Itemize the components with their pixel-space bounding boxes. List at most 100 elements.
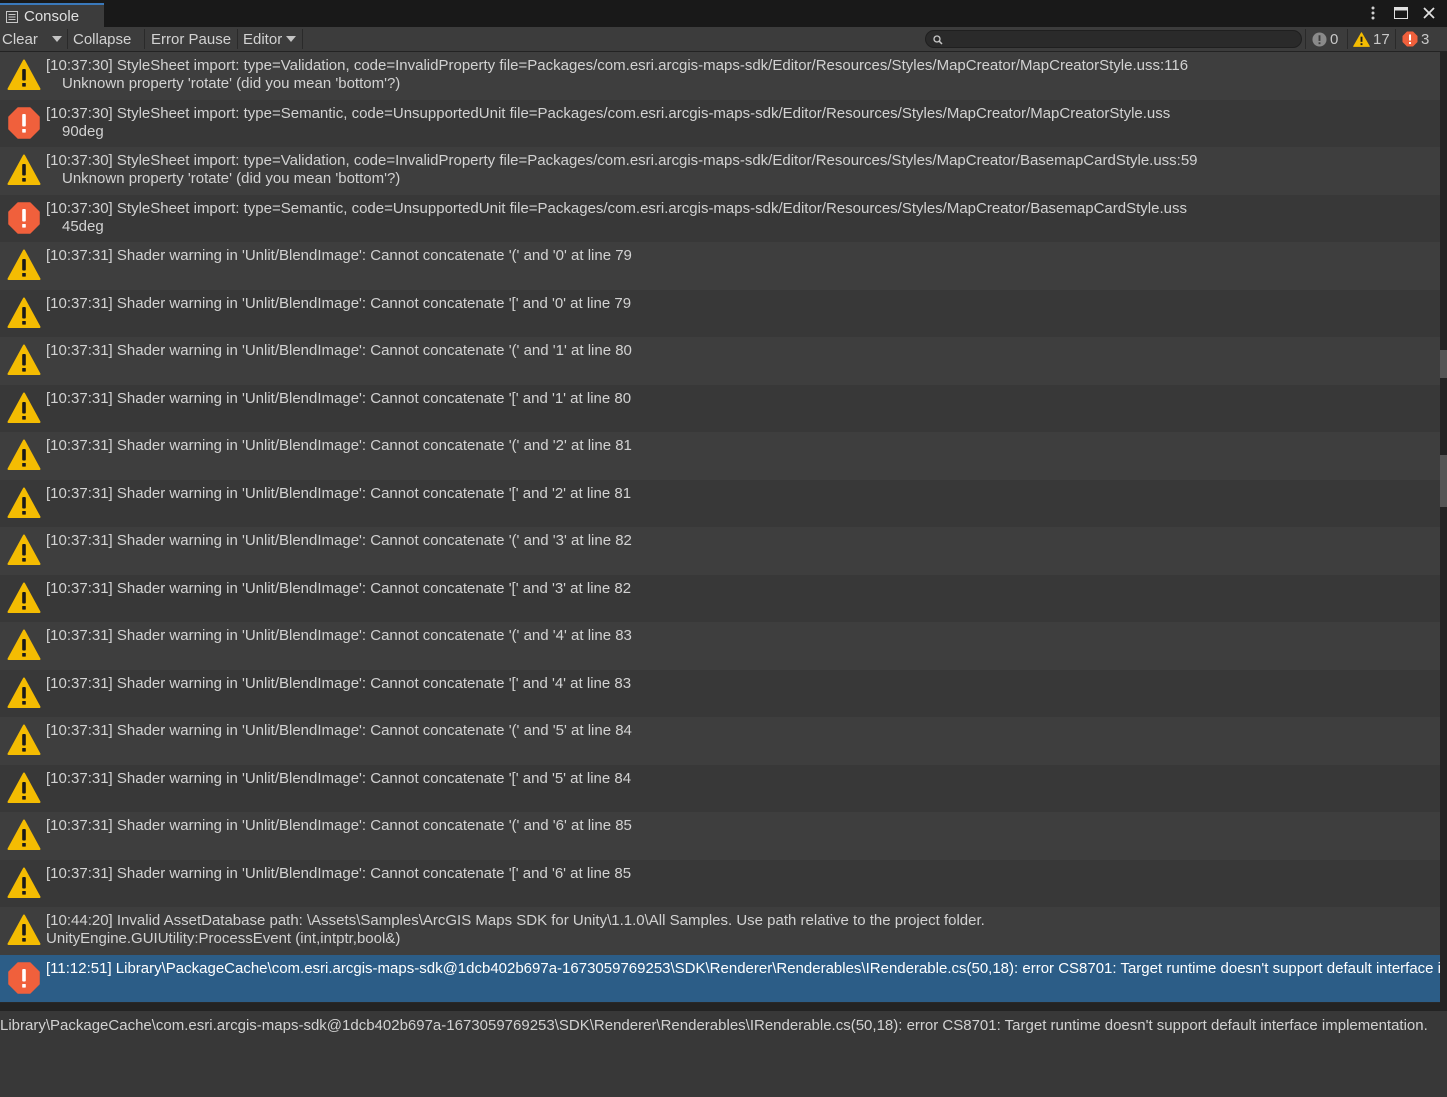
- close-icon[interactable]: [1421, 4, 1437, 22]
- log-entry-error[interactable]: [10:37:30] StyleSheet import: type=Seman…: [0, 99, 1440, 147]
- log-entry-warning[interactable]: [10:37:31] Shader warning in 'Unlit/Blen…: [0, 574, 1440, 622]
- log-entry-message: [10:37:31] Shader warning in 'Unlit/Blen…: [46, 817, 632, 834]
- error-count: 3: [1421, 30, 1430, 48]
- editor-dropdown-label: Editor: [243, 30, 283, 48]
- clear-options-dropdown[interactable]: [47, 27, 66, 51]
- toolbar-divider: [302, 29, 303, 49]
- log-entry-warning[interactable]: [10:37:30] StyleSheet import: type=Valid…: [0, 147, 1440, 195]
- toolbar-divider: [237, 29, 238, 49]
- log-entry-text: [10:37:31] Shader warning in 'Unlit/Blen…: [46, 295, 1440, 313]
- log-entry-message: [10:37:31] Shader warning in 'Unlit/Blen…: [46, 532, 632, 549]
- toolbar-divider: [67, 29, 68, 49]
- warning-count: 17: [1373, 30, 1390, 48]
- kebab-menu-icon[interactable]: [1365, 4, 1381, 22]
- log-entry-warning[interactable]: [10:37:31] Shader warning in 'Unlit/Blen…: [0, 859, 1440, 907]
- search-field[interactable]: [925, 30, 1302, 48]
- error-icon: [7, 201, 41, 235]
- log-entry-detail: UnityEngine.GUIUtility:ProcessEvent (int…: [46, 930, 401, 947]
- log-entry-message: [10:37:31] Shader warning in 'Unlit/Blen…: [46, 389, 632, 407]
- clear-button[interactable]: Clear: [2, 27, 46, 51]
- log-entry-message: [10:37:30] StyleSheet import: type=Seman…: [46, 104, 1171, 122]
- log-entry-text: [10:37:31] Shader warning in 'Unlit/Blen…: [46, 627, 1440, 645]
- log-entry-message: [10:37:31] Shader warning in 'Unlit/Blen…: [46, 342, 632, 359]
- editor-dropdown[interactable]: Editor: [243, 27, 301, 51]
- error-icon: [7, 106, 41, 140]
- clear-button-label: Clear: [2, 30, 38, 48]
- warning-icon: [7, 248, 41, 282]
- warning-icon: [7, 723, 41, 757]
- log-entry-text: [10:37:31] Shader warning in 'Unlit/Blen…: [46, 485, 1440, 503]
- error-icon: [1402, 31, 1418, 47]
- log-entry-detail: 90deg: [62, 122, 104, 140]
- info-count-toggle[interactable]: 0: [1312, 27, 1338, 51]
- log-entry-message: [10:37:31] Shader warning in 'Unlit/Blen…: [46, 437, 632, 454]
- maximize-icon[interactable]: [1393, 4, 1409, 22]
- error-pause-toggle[interactable]: Error Pause: [151, 27, 231, 51]
- warning-icon: [7, 818, 41, 852]
- info-icon: [1312, 31, 1327, 47]
- log-entry-warning[interactable]: [10:37:31] Shader warning in 'Unlit/Blen…: [0, 717, 1440, 765]
- warning-icon: [7, 533, 41, 567]
- log-entry-text: [10:37:30] StyleSheet import: type=Seman…: [46, 105, 1440, 141]
- error-count-toggle[interactable]: 3: [1402, 27, 1429, 51]
- tab-label: Console: [24, 7, 80, 25]
- scrollbar-mark: [1440, 455, 1447, 507]
- chevron-down-icon: [51, 36, 62, 42]
- log-entry-message: [10:37:31] Shader warning in 'Unlit/Blen…: [46, 579, 632, 597]
- chevron-down-icon: [286, 36, 297, 42]
- log-entry-warning[interactable]: [10:37:31] Shader warning in 'Unlit/Blen…: [0, 479, 1440, 527]
- warning-count-toggle[interactable]: 17: [1353, 27, 1390, 51]
- log-entry-warning[interactable]: [10:37:31] Shader warning in 'Unlit/Blen…: [0, 289, 1440, 337]
- log-entry-warning[interactable]: [10:37:31] Shader warning in 'Unlit/Blen…: [0, 337, 1440, 385]
- toolbar-divider: [1347, 29, 1348, 49]
- log-entry-warning[interactable]: [10:37:31] Shader warning in 'Unlit/Blen…: [0, 384, 1440, 432]
- detail-splitter[interactable]: [0, 1003, 1447, 1011]
- tab-console[interactable]: Console: [0, 3, 104, 27]
- log-entry-message: [10:37:30] StyleSheet import: type=Seman…: [46, 199, 1187, 217]
- vertical-scrollbar[interactable]: [1440, 52, 1447, 1003]
- warning-icon: [7, 913, 41, 947]
- log-entry-text: [10:44:20] Invalid AssetDatabase path: \…: [46, 912, 1440, 948]
- log-entry-text: [10:37:31] Shader warning in 'Unlit/Blen…: [46, 770, 1440, 788]
- log-entry-error[interactable]: [10:37:30] StyleSheet import: type=Seman…: [0, 194, 1440, 242]
- toolbar-divider: [1395, 29, 1396, 49]
- warning-icon: [7, 866, 41, 900]
- warning-icon: [7, 153, 41, 187]
- log-entry-detail: 45deg: [62, 217, 104, 235]
- log-entry-warning[interactable]: [10:44:20] Invalid AssetDatabase path: \…: [0, 907, 1440, 955]
- collapse-toggle[interactable]: Collapse: [73, 27, 131, 51]
- log-detail-text: Library\PackageCache\com.esri.arcgis-map…: [0, 1017, 1428, 1034]
- log-entry-warning[interactable]: [10:37:31] Shader warning in 'Unlit/Blen…: [0, 527, 1440, 575]
- toolbar-divider: [1305, 29, 1306, 49]
- log-entry-message: [10:37:30] StyleSheet import: type=Valid…: [46, 57, 1189, 74]
- log-entry-text: [10:37:30] StyleSheet import: type=Seman…: [46, 200, 1440, 236]
- log-entry-detail: Unknown property 'rotate' (did you mean …: [62, 170, 401, 187]
- log-entry-text: [10:37:31] Shader warning in 'Unlit/Blen…: [46, 865, 1440, 883]
- warning-icon: [7, 343, 41, 377]
- warning-icon: [7, 628, 41, 662]
- log-entry-warning[interactable]: [10:37:31] Shader warning in 'Unlit/Blen…: [0, 764, 1440, 812]
- warning-icon: [7, 438, 41, 472]
- search-icon: [932, 33, 944, 45]
- log-entry-text: [10:37:31] Shader warning in 'Unlit/Blen…: [46, 817, 1440, 835]
- warning-icon: [7, 486, 41, 520]
- log-entry-warning[interactable]: [10:37:31] Shader warning in 'Unlit/Blen…: [0, 622, 1440, 670]
- log-entry-warning[interactable]: [10:37:31] Shader warning in 'Unlit/Blen…: [0, 669, 1440, 717]
- log-entry-text: [11:12:51] Library\PackageCache\com.esri…: [46, 960, 1440, 978]
- log-entry-message: [10:37:31] Shader warning in 'Unlit/Blen…: [46, 674, 632, 692]
- log-entry-warning[interactable]: [10:37:31] Shader warning in 'Unlit/Blen…: [0, 242, 1440, 290]
- log-entry-warning[interactable]: [10:37:31] Shader warning in 'Unlit/Blen…: [0, 432, 1440, 480]
- log-entry-message: [10:37:30] StyleSheet import: type=Valid…: [46, 152, 1198, 169]
- log-entry-warning[interactable]: [10:37:30] StyleSheet import: type=Valid…: [0, 52, 1440, 100]
- list-icon: [6, 10, 18, 23]
- log-entry-message: [10:37:31] Shader warning in 'Unlit/Blen…: [46, 769, 632, 787]
- search-input[interactable]: [946, 31, 1296, 47]
- log-entry-message: [10:37:31] Shader warning in 'Unlit/Blen…: [46, 484, 632, 502]
- console-log-list[interactable]: [10:37:30] StyleSheet import: type=Valid…: [0, 52, 1440, 1003]
- log-entry-text: [10:37:31] Shader warning in 'Unlit/Blen…: [46, 580, 1440, 598]
- log-entry-warning[interactable]: [10:37:31] Shader warning in 'Unlit/Blen…: [0, 812, 1440, 860]
- window-controls: [1365, 4, 1437, 22]
- log-entry-error[interactable]: [11:12:51] Library\PackageCache\com.esri…: [0, 954, 1440, 1002]
- warning-icon: [7, 296, 41, 330]
- log-entry-text: [10:37:31] Shader warning in 'Unlit/Blen…: [46, 342, 1440, 360]
